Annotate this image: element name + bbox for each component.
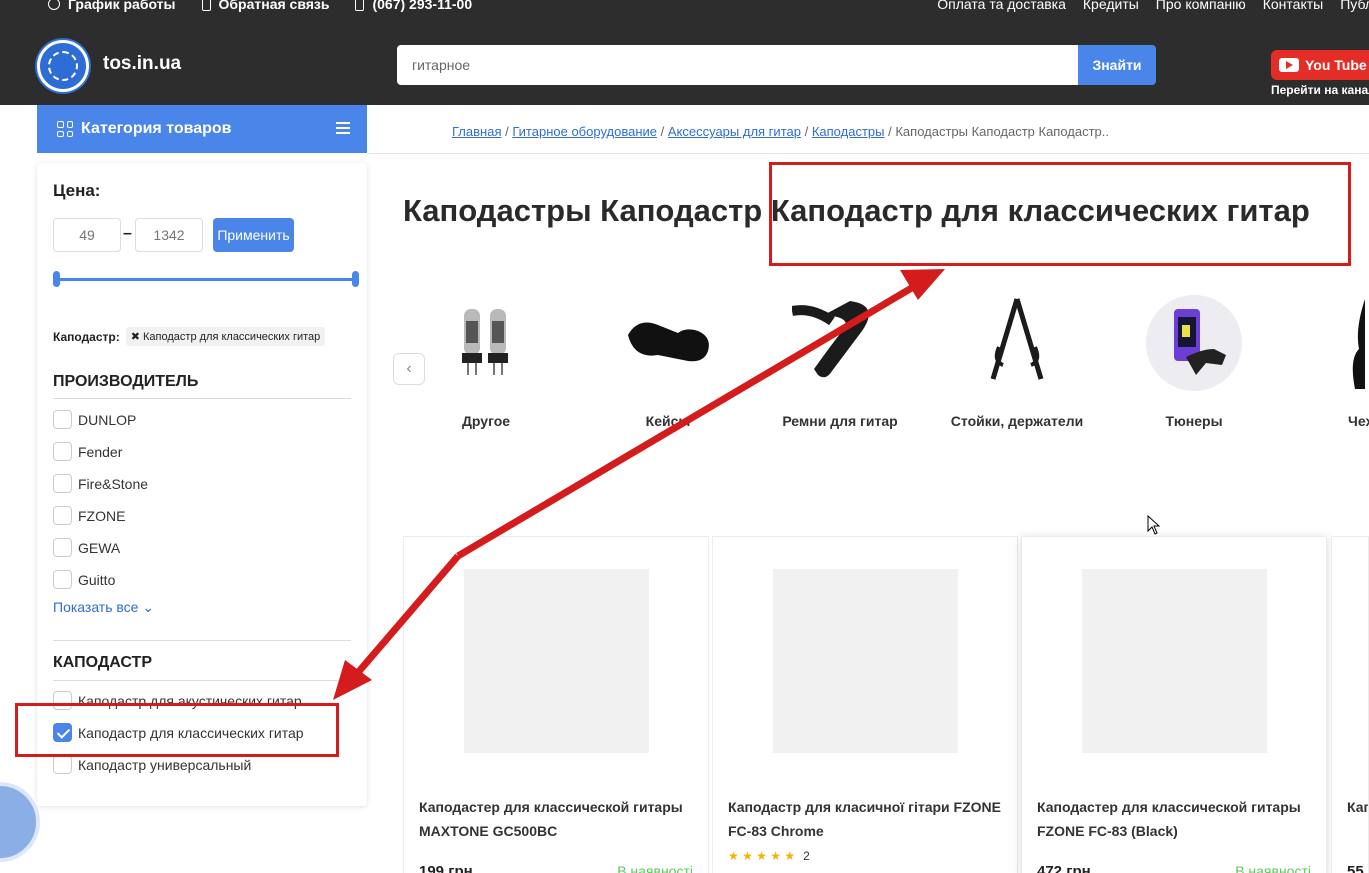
mouse-cursor-icon bbox=[1147, 515, 1161, 535]
annotation-arrows bbox=[333, 269, 945, 700]
